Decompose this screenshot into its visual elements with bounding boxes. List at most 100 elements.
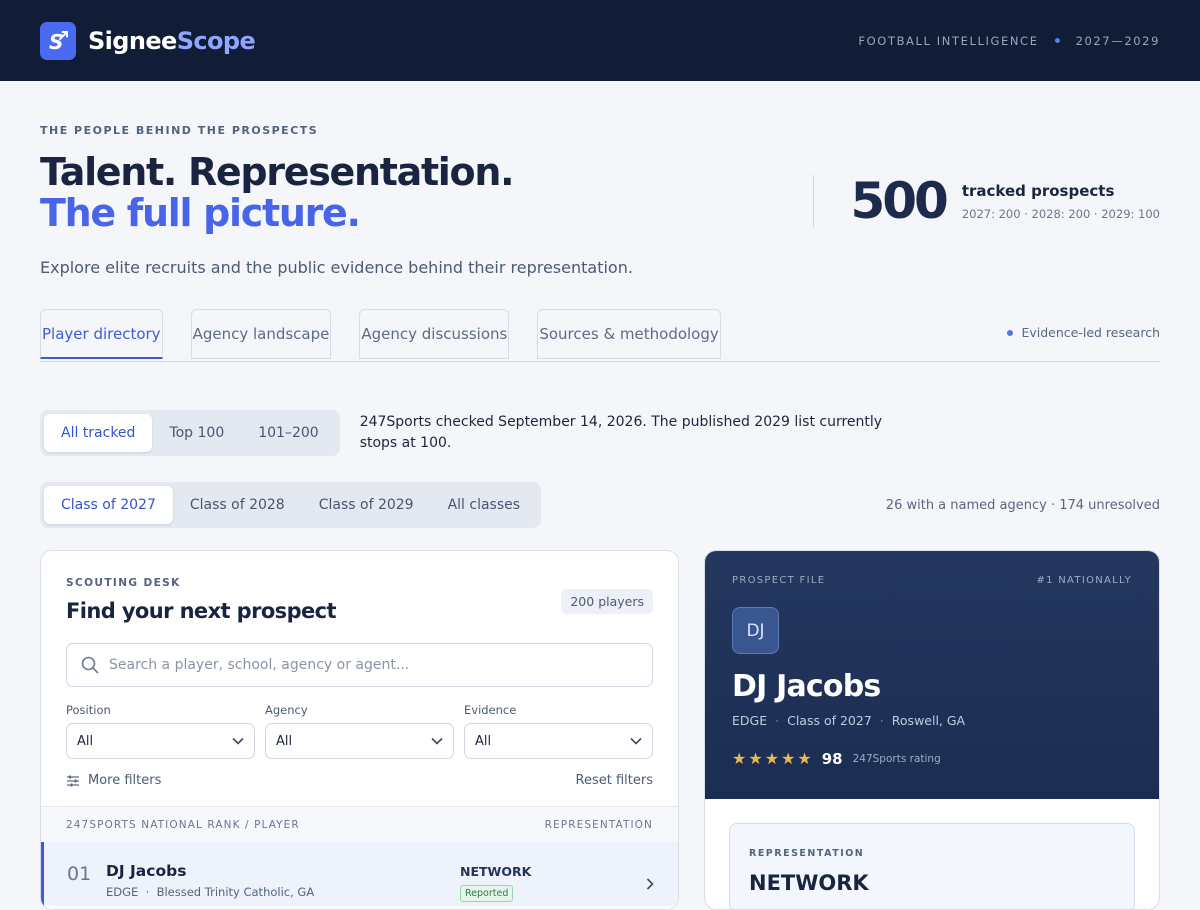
tab-agency-discussions[interactable]: Agency discussions bbox=[359, 309, 510, 359]
research-label: Evidence-led research bbox=[1021, 325, 1160, 340]
tier-filter-row: All tracked Top 100 101–200 247Sports ch… bbox=[40, 410, 1160, 456]
search-input[interactable] bbox=[109, 657, 638, 673]
evidence-select-value: All bbox=[475, 733, 492, 749]
tab-player-directory[interactable]: Player directory bbox=[40, 309, 163, 359]
national-rank-label: #1 NATIONALLY bbox=[1036, 575, 1132, 586]
chevron-right-icon bbox=[646, 878, 654, 890]
tier-all-tracked[interactable]: All tracked bbox=[44, 414, 153, 452]
filter-group: Position All Agency All Evidence All bbox=[66, 703, 653, 759]
evidence-filter-label: Evidence bbox=[464, 703, 517, 717]
prospect-file-header: PROSPECT FILE #1 NATIONALLY DJ DJ Jacobs… bbox=[705, 551, 1159, 799]
prospect-file-eyebrow: PROSPECT FILE bbox=[732, 575, 826, 586]
stat-breakdown: 2027: 200 · 2028: 200 · 2029: 100 bbox=[961, 206, 1160, 221]
rating-label: 247Sports rating bbox=[852, 752, 941, 765]
brand-name-accent: Scope bbox=[176, 26, 256, 55]
meta-separator: · bbox=[141, 884, 153, 899]
class-filter-row: Class of 2027 Class of 2028 Class of 202… bbox=[40, 482, 1160, 528]
tagline: FOOTBALL INTELLIGENCE bbox=[858, 33, 1039, 48]
svg-text:S: S bbox=[49, 30, 63, 54]
separator-dot-icon bbox=[1054, 38, 1060, 43]
chevron-down-icon bbox=[232, 737, 244, 745]
search-icon bbox=[81, 656, 99, 674]
agency-filter-label: Agency bbox=[265, 703, 308, 717]
reset-filters-button[interactable]: Reset filters bbox=[576, 773, 653, 788]
desk-eyebrow: SCOUTING DESK bbox=[66, 577, 181, 589]
filter-links: More filters Reset filters bbox=[66, 773, 653, 788]
desk-header: SCOUTING DESK Find your next prospect 20… bbox=[41, 551, 678, 788]
avatar: DJ bbox=[732, 607, 779, 654]
chevron-down-icon bbox=[431, 737, 443, 745]
search-box[interactable] bbox=[66, 643, 653, 687]
prospect-rating: ★★★★★ 98 247Sports rating bbox=[732, 749, 1132, 768]
tier-top-100[interactable]: Top 100 bbox=[152, 414, 241, 452]
brand[interactable]: S SigneeScope bbox=[40, 21, 256, 60]
prospect-name: DJ Jacobs bbox=[732, 669, 881, 704]
prospect-file: PROSPECT FILE #1 NATIONALLY DJ DJ Jacobs… bbox=[704, 550, 1160, 910]
player-school: Blessed Trinity Catholic, GA bbox=[156, 884, 315, 899]
chevron-down-icon bbox=[630, 737, 642, 745]
year-range: 2027—2029 bbox=[1075, 33, 1160, 48]
class-filter: Class of 2027 Class of 2028 Class of 202… bbox=[40, 482, 542, 528]
stat-divider bbox=[813, 175, 815, 227]
tier-filter: All tracked Top 100 101–200 bbox=[40, 410, 340, 456]
main-tabs: Player directory Agency landscape Agency… bbox=[40, 309, 1160, 362]
class-2027[interactable]: Class of 2027 bbox=[44, 486, 173, 524]
class-all[interactable]: All classes bbox=[431, 486, 537, 524]
more-filters-button[interactable]: More filters bbox=[66, 773, 161, 788]
more-filters-label: More filters bbox=[88, 773, 162, 788]
rating-value: 98 bbox=[821, 749, 843, 768]
agency-counts: 26 with a named agency · 174 unresolved bbox=[885, 497, 1160, 513]
agency-filter: Agency All bbox=[265, 703, 454, 759]
class-2028[interactable]: Class of 2028 bbox=[173, 486, 302, 524]
stat-text: tracked prospects 2027: 200 · 2028: 200 … bbox=[962, 182, 1160, 221]
hero: THE PEOPLE BEHIND THE PROSPECTS Talent. … bbox=[0, 81, 1200, 309]
hero-subtitle: Explore elite recruits and the public ev… bbox=[40, 258, 633, 277]
scouting-desk: SCOUTING DESK Find your next prospect 20… bbox=[40, 550, 679, 910]
meta-separator: · bbox=[879, 713, 884, 728]
brand-name: SigneeScope bbox=[88, 26, 256, 55]
tab-sources-methodology[interactable]: Sources & methodology bbox=[537, 309, 721, 359]
top-navbar: S SigneeScope FOOTBALL INTELLIGENCE 2027… bbox=[0, 0, 1200, 81]
representation-agency: NETWORK bbox=[749, 871, 869, 895]
class-2029[interactable]: Class of 2029 bbox=[302, 486, 431, 524]
player-row[interactable]: 01 DJ Jacobs EDGE · Blessed Trinity Cath… bbox=[41, 842, 678, 906]
sliders-icon bbox=[67, 775, 79, 786]
representation-card: REPRESENTATION NETWORK bbox=[729, 823, 1135, 909]
prospect-stat: 500 tracked prospects 2027: 200 · 2028: … bbox=[813, 172, 1160, 230]
stat-value: 500 bbox=[850, 172, 948, 230]
prospect-hometown: Roswell, GA bbox=[891, 713, 966, 728]
player-info: DJ Jacobs EDGE · Blessed Trinity Catholi… bbox=[106, 862, 314, 899]
source-note: 247Sports checked September 14, 2026. Th… bbox=[359, 414, 883, 451]
agency-select-value: All bbox=[276, 733, 293, 749]
representation-eyebrow: REPRESENTATION bbox=[749, 848, 865, 859]
list-header-representation: REPRESENTATION bbox=[544, 818, 653, 831]
stat-label: tracked prospects bbox=[961, 181, 1115, 200]
brand-name-primary: Signee bbox=[88, 26, 177, 55]
position-filter-label: Position bbox=[66, 703, 111, 717]
player-representation: NETWORK Reported bbox=[460, 864, 531, 902]
position-filter: Position All bbox=[66, 703, 255, 759]
prospect-meta: EDGE · Class of 2027 · Roswell, GA bbox=[732, 713, 1132, 728]
evidence-select[interactable]: All bbox=[464, 723, 653, 759]
position-select[interactable]: All bbox=[66, 723, 255, 759]
player-rank: 01 bbox=[67, 863, 92, 885]
prospect-class: Class of 2027 bbox=[787, 713, 872, 728]
hero-eyebrow: THE PEOPLE BEHIND THE PROSPECTS bbox=[40, 124, 319, 137]
prospect-file-topline: PROSPECT FILE #1 NATIONALLY bbox=[732, 575, 1132, 586]
player-position: EDGE bbox=[106, 884, 139, 899]
logo-icon: S bbox=[40, 21, 76, 60]
meta-separator: · bbox=[775, 713, 780, 728]
evidence-badge: Reported bbox=[460, 885, 514, 902]
tier-101-200[interactable]: 101–200 bbox=[241, 414, 335, 452]
list-header: 247SPORTS NATIONAL RANK / PLAYER REPRESE… bbox=[41, 806, 678, 842]
position-select-value: All bbox=[77, 733, 94, 749]
prospect-position: EDGE bbox=[732, 713, 768, 728]
agency-select[interactable]: All bbox=[265, 723, 454, 759]
player-name: DJ Jacobs bbox=[106, 861, 187, 880]
player-agency: NETWORK bbox=[460, 864, 532, 879]
evidence-filter: Evidence All bbox=[464, 703, 653, 759]
research-badge: Evidence-led research bbox=[1007, 325, 1160, 340]
list-header-rank-player: 247SPORTS NATIONAL RANK / PLAYER bbox=[66, 818, 300, 831]
tab-agency-landscape[interactable]: Agency landscape bbox=[190, 309, 332, 359]
star-rating-icon: ★★★★★ bbox=[732, 749, 814, 768]
